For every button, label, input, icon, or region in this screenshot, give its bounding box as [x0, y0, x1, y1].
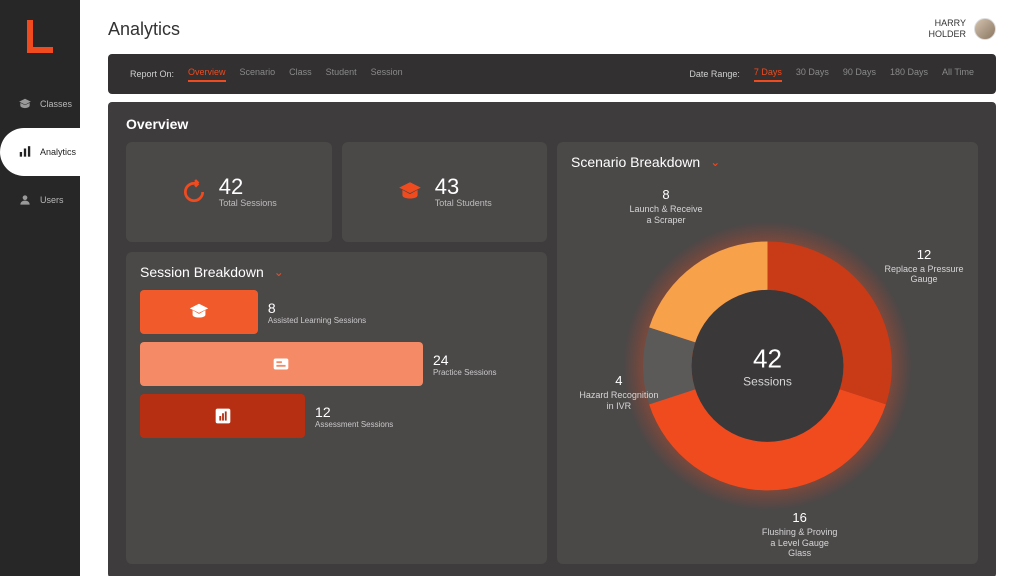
- filter-bar: Report On: Overview Scenario Class Stude…: [108, 54, 996, 94]
- sidebar: Classes Analytics Users: [0, 0, 80, 576]
- stat-value: 43: [435, 176, 492, 198]
- date-range-label: Date Range:: [689, 69, 740, 79]
- session-breakdown-title[interactable]: Session Breakdown ⌄: [140, 264, 533, 280]
- bar-info: 24 Practice Sessions: [433, 352, 497, 377]
- bar-value: 12: [315, 404, 393, 420]
- scenario-breakdown-title[interactable]: Scenario Breakdown ⌄: [571, 154, 964, 170]
- stat-total-students: 43 Total Students: [342, 142, 548, 242]
- bar-icon: [212, 405, 234, 427]
- bar-icon: [270, 353, 292, 375]
- chevron-down-icon: ⌄: [710, 155, 720, 169]
- sidebar-item-label: Users: [40, 195, 64, 205]
- users-icon: [18, 193, 32, 207]
- analytics-icon: [18, 145, 32, 159]
- stat-label: Total Students: [435, 198, 492, 208]
- report-opt-scenario[interactable]: Scenario: [240, 67, 276, 82]
- user-first: HARRY: [928, 18, 966, 29]
- sidebar-item-analytics[interactable]: Analytics: [0, 128, 80, 176]
- bar-label: Practice Sessions: [433, 368, 497, 377]
- donut-center-value: 42: [743, 343, 792, 374]
- header: Analytics HARRY HOLDER: [108, 18, 996, 40]
- user-block[interactable]: HARRY HOLDER: [928, 18, 996, 40]
- sidebar-item-classes[interactable]: Classes: [0, 80, 80, 128]
- bar-value: 8: [268, 300, 366, 316]
- bar-label: Assisted Learning Sessions: [268, 316, 366, 325]
- report-opt-class[interactable]: Class: [289, 67, 312, 82]
- session-bar[interactable]: [140, 290, 258, 334]
- overview-panel: Overview 42 Total Sessions: [108, 102, 996, 576]
- user-last: HOLDER: [928, 29, 966, 40]
- stat-label: Total Sessions: [219, 198, 277, 208]
- session-bar-row: 8 Assisted Learning Sessions: [140, 290, 533, 334]
- date-opt-all[interactable]: All Time: [942, 67, 974, 82]
- app-logo: [24, 20, 56, 56]
- date-opt-90[interactable]: 90 Days: [843, 67, 876, 82]
- user-name: HARRY HOLDER: [928, 18, 966, 40]
- sidebar-item-label: Classes: [40, 99, 72, 109]
- bar-icon: [188, 301, 210, 323]
- session-breakdown-card: Session Breakdown ⌄ 8 Assisted Learning …: [126, 252, 547, 564]
- donut-center-label: Sessions: [743, 374, 792, 388]
- report-on-label: Report On:: [130, 69, 174, 79]
- refresh-icon: [181, 179, 207, 205]
- session-bar[interactable]: [140, 394, 305, 438]
- page-title: Analytics: [108, 19, 180, 40]
- date-opt-180[interactable]: 180 Days: [890, 67, 928, 82]
- card-title-text: Session Breakdown: [140, 264, 264, 280]
- slice-label: 12 Replace a Pressure Gauge: [884, 247, 964, 285]
- chevron-down-icon: ⌄: [274, 265, 284, 279]
- classes-icon: [18, 97, 32, 111]
- sidebar-item-users[interactable]: Users: [0, 176, 80, 224]
- bar-value: 24: [433, 352, 497, 368]
- stat-total-sessions: 42 Total Sessions: [126, 142, 332, 242]
- stat-row: 42 Total Sessions 43 Total Students: [126, 142, 547, 242]
- report-opt-student[interactable]: Student: [326, 67, 357, 82]
- donut-chart: 42 Sessions 8 Launch & Receive a Scraper…: [571, 180, 964, 552]
- session-bar-row: 24 Practice Sessions: [140, 342, 533, 386]
- stat-value: 42: [219, 176, 277, 198]
- avatar[interactable]: [974, 18, 996, 40]
- slice-label: 4 Hazard Recognition in IVR: [579, 373, 659, 411]
- sidebar-item-label: Analytics: [40, 147, 76, 157]
- session-bar[interactable]: [140, 342, 423, 386]
- donut-center: 42 Sessions: [743, 343, 792, 388]
- report-opt-overview[interactable]: Overview: [188, 67, 226, 82]
- graduation-cap-icon: [397, 179, 423, 205]
- card-title-text: Scenario Breakdown: [571, 154, 700, 170]
- report-opt-session[interactable]: Session: [371, 67, 403, 82]
- overview-title: Overview: [126, 116, 978, 132]
- bar-label: Assessment Sessions: [315, 420, 393, 429]
- main-area: Analytics HARRY HOLDER Report On: Overvi…: [80, 0, 1024, 576]
- bar-info: 12 Assessment Sessions: [315, 404, 393, 429]
- date-opt-7[interactable]: 7 Days: [754, 67, 782, 82]
- slice-label: 8 Launch & Receive a Scraper: [626, 187, 706, 225]
- date-opt-30[interactable]: 30 Days: [796, 67, 829, 82]
- scenario-breakdown-card: Scenario Breakdown ⌄ 42 Sessions 8: [557, 142, 978, 564]
- bar-info: 8 Assisted Learning Sessions: [268, 300, 366, 325]
- session-bar-row: 12 Assessment Sessions: [140, 394, 533, 438]
- slice-label: 16 Flushing & Proving a Level Gauge Glas…: [760, 510, 840, 559]
